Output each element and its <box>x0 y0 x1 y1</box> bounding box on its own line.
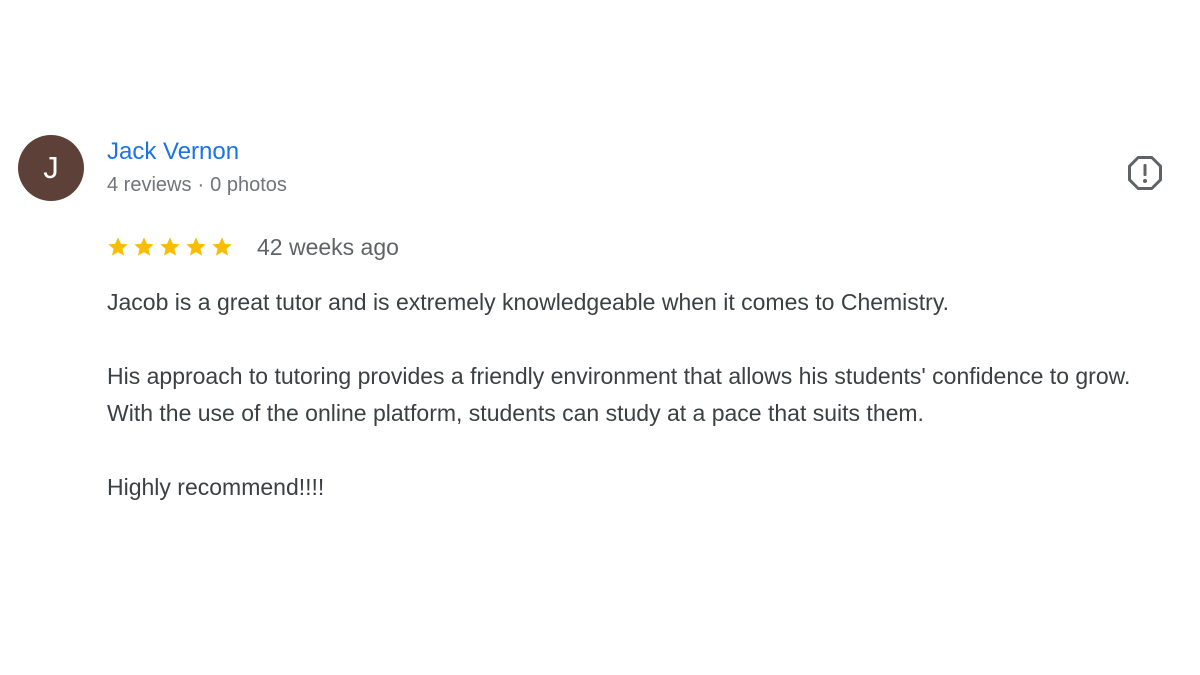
star-icon <box>212 237 232 256</box>
rating-row: 42 weeks ago <box>107 232 399 262</box>
review-paragraph: Highly recommend!!!! <box>107 474 325 500</box>
review-text: Jacob is a great tutor and is extremely … <box>107 284 1177 543</box>
report-flag-icon <box>1128 156 1162 190</box>
review-date: 42 weeks ago <box>257 233 399 260</box>
avatar[interactable]: J <box>18 135 84 201</box>
photo-count: 0 photos <box>210 174 287 196</box>
review-count: 4 reviews <box>107 174 192 196</box>
meta-separator: · <box>197 174 205 196</box>
author-meta: 4 reviews · 0 photos <box>107 174 287 197</box>
report-review-button[interactable] <box>1126 154 1164 192</box>
review-paragraph: Jacob is a great tutor and is extremely … <box>107 289 950 315</box>
star-icon <box>160 237 180 256</box>
star-icon <box>108 237 128 256</box>
review-paragraph: His approach to tutoring provides a frie… <box>107 363 1137 426</box>
author-name-link[interactable]: Jack Vernon <box>107 138 239 166</box>
star-icon <box>134 237 154 256</box>
star-rating <box>107 236 233 258</box>
star-icon <box>186 237 206 256</box>
review-card: J Jack Vernon 4 reviews · 0 photos 42 week… <box>0 0 1200 675</box>
